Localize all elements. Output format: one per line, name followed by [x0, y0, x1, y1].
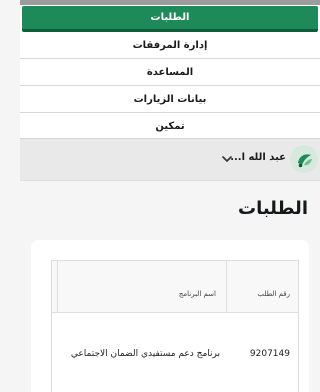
- cell-request-number[interactable]: 9207149: [250, 349, 290, 359]
- user-bar[interactable]: عبد الله ا...: [20, 139, 320, 181]
- column-divider: [57, 261, 58, 313]
- header-request-number: رقم الطلب: [257, 290, 290, 298]
- chevron-down-icon[interactable]: [220, 152, 234, 166]
- app-page: الطلبات إدارة المرفقات المساعدة بيانات ا…: [20, 0, 320, 392]
- nav-item-tamkeen[interactable]: تمكين: [20, 113, 320, 140]
- nav-item-help[interactable]: المساعدة: [20, 59, 320, 86]
- requests-table: رقم الطلب اسم البرنامج 9207149 برنامج دع…: [51, 260, 299, 392]
- page-title: الطلبات: [237, 198, 308, 219]
- top-accent-bar: [20, 0, 320, 5]
- header-program-name: اسم البرنامج: [178, 290, 216, 298]
- nav-item-requests[interactable]: الطلبات: [22, 6, 318, 32]
- user-name: عبد الله ا...: [230, 152, 286, 163]
- table-header: رقم الطلب اسم البرنامج: [52, 261, 298, 313]
- nav-menu: الطلبات إدارة المرفقات المساعدة بيانات ا…: [20, 0, 320, 139]
- cell-program-name[interactable]: برنامج دعم مستفيدي الضمان الاجتماعي: [71, 349, 220, 359]
- nav-item-visits[interactable]: بيانات الزيارات: [20, 86, 320, 113]
- column-divider: [226, 261, 227, 313]
- avatar[interactable]: [290, 145, 318, 173]
- requests-card: رقم الطلب اسم البرنامج 9207149 برنامج دع…: [31, 240, 309, 392]
- user-logo-icon: [298, 154, 312, 168]
- nav-item-attachments[interactable]: إدارة المرفقات: [20, 32, 320, 59]
